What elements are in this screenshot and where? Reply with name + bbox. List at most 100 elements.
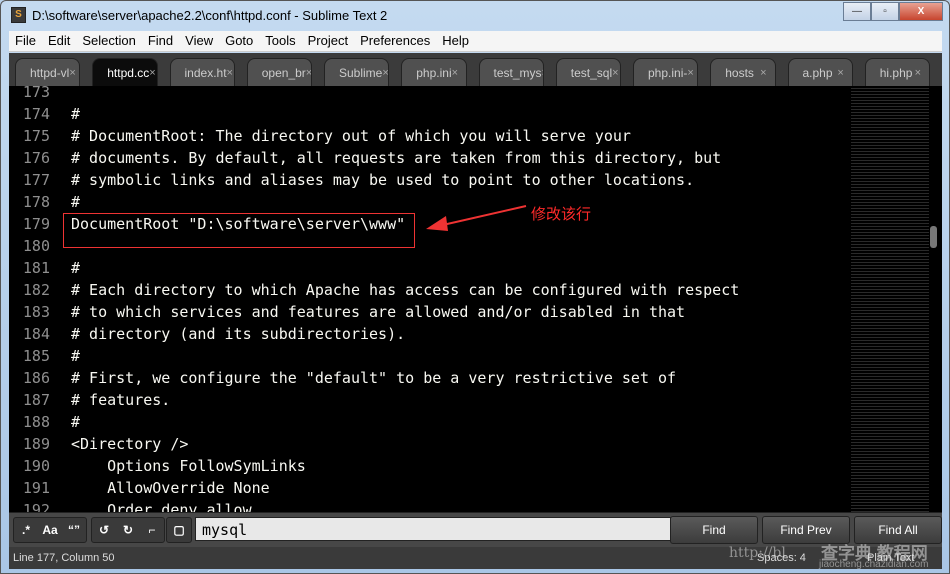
line-number: 175 bbox=[22, 127, 50, 145]
tab-label: httpd-vl bbox=[30, 65, 70, 80]
line-text: # Each directory to which Apache has acc… bbox=[71, 281, 740, 299]
line-number: 186 bbox=[22, 369, 50, 387]
close-tab-icon[interactable]: × bbox=[760, 67, 766, 79]
tab-label: hi.php bbox=[879, 65, 913, 80]
line-text: # bbox=[71, 193, 81, 211]
code-line: 183 # to which services and features are … bbox=[9, 301, 685, 323]
tab[interactable]: a.php × bbox=[787, 58, 853, 86]
minimize-button[interactable]: — bbox=[843, 2, 871, 21]
code-line: 173 bbox=[9, 86, 71, 103]
close-tab-icon[interactable]: × bbox=[382, 67, 388, 79]
code-line: 175 # DocumentRoot: The directory out of … bbox=[9, 125, 631, 147]
line-number: 183 bbox=[22, 303, 50, 321]
menu-project[interactable]: Project bbox=[302, 31, 354, 51]
tab-bar: httpd-vl × httpd.cc × index.ht × open_br × Subli… bbox=[9, 53, 942, 86]
tab[interactable]: test_mys× bbox=[478, 58, 544, 86]
menu-selection[interactable]: Selection bbox=[76, 31, 141, 51]
editor[interactable]: 173 174 #175 # DocumentRoot: The directory … bbox=[9, 86, 942, 512]
close-tab-icon[interactable]: × bbox=[542, 67, 543, 79]
tab[interactable]: httpd-vl × bbox=[15, 58, 81, 86]
code-line: 192 Order deny,allow bbox=[9, 499, 252, 512]
watermark-url: http://bl bbox=[729, 545, 786, 561]
wrap-toggle[interactable]: ↺ bbox=[92, 518, 116, 542]
close-tab-icon[interactable]: × bbox=[452, 67, 458, 79]
tab[interactable]: hi.php × bbox=[864, 58, 930, 86]
watermark-domain: jiaocheng.chazidian.com bbox=[819, 559, 929, 570]
tab-label: index.ht bbox=[184, 65, 227, 80]
code-line: 177 # symbolic links and aliases may be u… bbox=[9, 169, 694, 191]
code-line: 189 <Directory /> bbox=[9, 433, 189, 455]
highlight-matches-toggle[interactable]: ⌐ bbox=[140, 518, 164, 542]
show-context-toggle[interactable]: ▢ bbox=[167, 518, 191, 542]
code-line: 180 bbox=[9, 235, 71, 257]
code-line: 181 # bbox=[9, 257, 80, 279]
in-selection-toggle[interactable]: ↻ bbox=[116, 518, 140, 542]
close-tab-icon[interactable]: × bbox=[915, 67, 921, 79]
close-tab-icon[interactable]: × bbox=[687, 67, 693, 79]
find-input[interactable]: mysql bbox=[195, 517, 671, 541]
annotation-label: 修改该行 bbox=[531, 206, 592, 223]
close-tab-icon[interactable]: × bbox=[149, 67, 155, 79]
minimap[interactable] bbox=[851, 86, 929, 512]
status-bar: Line 177, Column 50 Spaces: 4 Plain Text bbox=[9, 547, 942, 569]
tab[interactable]: hosts × bbox=[710, 58, 776, 86]
tab-label: Sublime bbox=[339, 65, 383, 80]
whole-word-toggle[interactable]: “” bbox=[62, 518, 86, 542]
arrow-icon bbox=[426, 205, 527, 231]
menu-tools[interactable]: Tools bbox=[259, 31, 301, 51]
tab-label: httpd.cc bbox=[107, 65, 150, 80]
line-number: 187 bbox=[22, 391, 50, 409]
menu-edit[interactable]: Edit bbox=[42, 31, 76, 51]
highlight-box bbox=[63, 213, 415, 248]
close-tab-icon[interactable]: × bbox=[306, 67, 311, 79]
line-text: Options FollowSymLinks bbox=[71, 457, 306, 475]
close-button[interactable]: X bbox=[899, 2, 943, 21]
line-number: 178 bbox=[22, 193, 50, 211]
menu-preferences[interactable]: Preferences bbox=[354, 31, 436, 51]
line-number: 184 bbox=[22, 325, 50, 343]
line-number: 185 bbox=[22, 347, 50, 365]
regex-toggle[interactable]: .* bbox=[14, 518, 38, 542]
menu-file[interactable]: File bbox=[9, 31, 42, 51]
close-tab-icon[interactable]: × bbox=[612, 67, 618, 79]
code-line: 182 # Each directory to which Apache has … bbox=[9, 279, 739, 301]
line-number: 189 bbox=[22, 435, 50, 453]
menu-view[interactable]: View bbox=[179, 31, 219, 51]
tab[interactable]: open_br × bbox=[246, 58, 312, 86]
maximize-button[interactable]: ▫ bbox=[871, 2, 899, 21]
case-toggle[interactable]: Aa bbox=[38, 518, 62, 542]
line-text: # First, we configure the "default" to b… bbox=[71, 369, 677, 387]
code-line: 187 # features. bbox=[9, 389, 170, 411]
tab-label: open_br bbox=[261, 65, 306, 80]
line-text: Order deny,allow bbox=[71, 501, 252, 512]
tab-label: php.ini- bbox=[648, 65, 688, 80]
line-number: 190 bbox=[22, 457, 50, 475]
tab[interactable]: index.ht × bbox=[169, 58, 235, 86]
line-number: 191 bbox=[22, 479, 50, 497]
close-tab-icon[interactable]: × bbox=[837, 67, 843, 79]
close-tab-icon[interactable]: × bbox=[69, 67, 75, 79]
line-text: # bbox=[71, 259, 81, 277]
line-text: # to which services and features are all… bbox=[71, 303, 686, 321]
code-line: 186 # First, we configure the "default" t… bbox=[9, 367, 676, 389]
menu-bar: File Edit Selection Find View Goto Tools Projec… bbox=[9, 31, 942, 52]
tab[interactable]: httpd.cc × bbox=[92, 58, 158, 86]
menu-find[interactable]: Find bbox=[142, 31, 179, 51]
close-tab-icon[interactable]: × bbox=[227, 67, 233, 79]
tab-label: a.php bbox=[802, 65, 833, 80]
code-line: 184 # directory (and its subdirectories). bbox=[9, 323, 405, 345]
tab[interactable]: test_sql × bbox=[555, 58, 621, 86]
tab[interactable]: Sublime × bbox=[324, 58, 390, 86]
tab[interactable]: php.ini × bbox=[401, 58, 467, 86]
scrollbar[interactable] bbox=[930, 226, 937, 248]
line-text: # DocumentRoot: The directory out of whi… bbox=[71, 127, 631, 145]
tab-label: test_mys bbox=[493, 65, 542, 80]
find-button[interactable]: Find bbox=[670, 516, 758, 544]
menu-help[interactable]: Help bbox=[436, 31, 475, 51]
sublime-icon: S bbox=[11, 7, 26, 23]
code-line: 191 AllowOverride None bbox=[9, 477, 270, 499]
menu-goto[interactable]: Goto bbox=[219, 31, 259, 51]
find-panel: .* Aa “” ↺ ↻ ⌐ ▢ mysql Find Find Prev Fi… bbox=[9, 512, 942, 547]
line-number: 176 bbox=[22, 149, 50, 167]
tab[interactable]: php.ini- × bbox=[633, 58, 699, 86]
